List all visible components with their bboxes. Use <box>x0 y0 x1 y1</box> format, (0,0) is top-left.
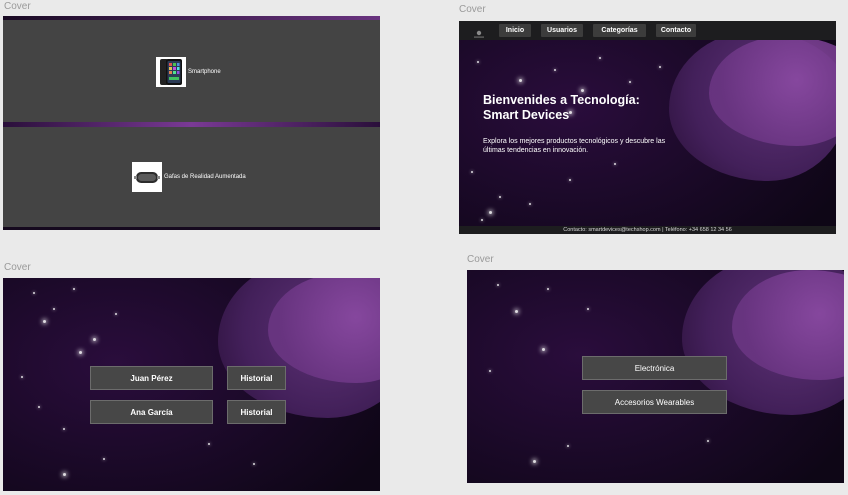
logo-icon[interactable] <box>473 26 485 38</box>
product-panel-smartphone[interactable]: Smartphone <box>3 20 380 122</box>
hero-title: Bienvenides a Tecnología: Smart Devices <box>483 93 640 123</box>
product-name: Smartphone <box>188 69 221 75</box>
starfield <box>459 21 836 234</box>
product-panel-ar-glasses[interactable]: Gafas de Realidad Aumentada <box>3 127 380 227</box>
product-item-ar-glasses[interactable]: Gafas de Realidad Aumentada <box>132 162 246 192</box>
product-item-smartphone[interactable]: Smartphone <box>156 57 221 87</box>
top-nav: Inicio Usuarios Categorías Contacto <box>459 21 836 40</box>
hero-title-line1: Bienvenides a Tecnología: <box>483 93 640 107</box>
nav-usuarios[interactable]: Usuarios <box>541 24 583 37</box>
nav-inicio[interactable]: Inicio <box>499 24 531 37</box>
smartphone-icon <box>156 57 186 87</box>
frame-label-1: Cover <box>4 1 31 12</box>
ar-glasses-icon <box>132 162 162 192</box>
historial-button[interactable]: Historial <box>227 400 286 424</box>
category-button-wearables[interactable]: Accesorios Wearables <box>582 390 727 414</box>
users-frame: Juan Pérez Historial Ana García Historia… <box>3 278 380 491</box>
hero-subtitle: Explora los mejores productos tecnológic… <box>483 138 666 154</box>
frame-label-4: Cover <box>467 254 494 265</box>
footer-contact: Contacto: smartdevices@techshop.com | Te… <box>459 226 836 234</box>
user-button-juan[interactable]: Juan Pérez <box>90 366 213 390</box>
nav-categorias[interactable]: Categorías <box>593 24 646 37</box>
category-button-electronica[interactable]: Electrónica <box>582 356 727 380</box>
home-frame: Inicio Usuarios Categorías Contacto Bien… <box>459 21 836 234</box>
nav-contacto[interactable]: Contacto <box>656 24 696 37</box>
historial-button[interactable]: Historial <box>227 366 286 390</box>
user-button-ana[interactable]: Ana García <box>90 400 213 424</box>
frame-label-3: Cover <box>4 262 31 273</box>
frame-label-2: Cover <box>459 4 486 15</box>
hero-title-line2: Smart Devices <box>483 108 570 122</box>
products-frame: Smartphone Gafas de Realidad Aumentada <box>3 16 380 230</box>
categories-frame: Electrónica Accesorios Wearables <box>467 270 844 483</box>
product-name: Gafas de Realidad Aumentada <box>164 174 246 180</box>
